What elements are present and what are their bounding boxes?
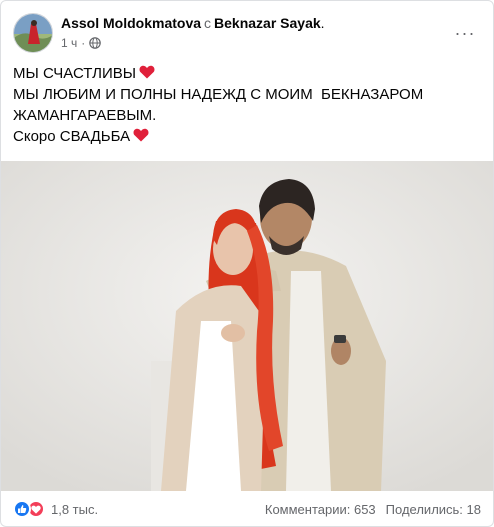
shares-count-link[interactable]: Поделились: 18 [386,502,481,517]
post-photo[interactable] [1,161,493,491]
post-meta: Assol Moldokmatova с Beknazar Sayak. 1 ч · [61,14,441,51]
reaction-count: 1,8 тыс. [51,501,99,517]
post-text-line: МЫ ЛЮБИМ И ПОЛНЫ НАДЕЖД С МОИМ БЕКНАЗАРО… [13,86,424,103]
post-header: Assol Moldokmatova с Beknazar Sayak. 1 ч ·… [13,11,481,55]
like-icon [13,500,31,518]
post-timestamp[interactable]: 1 ч [61,35,77,51]
post-card: Assol Moldokmatova с Beknazar Sayak. 1 ч ·… [0,0,494,527]
reactions-summary[interactable]: 1,8 тыс. [13,500,98,518]
globe-icon[interactable] [89,37,102,49]
author-name-link[interactable]: Assol Moldokmatova [61,15,201,31]
post-subline: 1 ч · [61,35,441,51]
avatar-image [14,14,52,52]
post-text-line: МЫ СЧАСТЛИВЫ [13,63,481,84]
couple-photo-image [1,161,493,491]
author-avatar[interactable] [13,13,53,53]
comments-count-link[interactable]: Комментарии: 653 [265,502,376,517]
tagged-name-link[interactable]: Beknazar Sayak [214,15,321,31]
post-text-line-1: МЫ СЧАСТЛИВЫ [13,65,137,82]
post-text-line-4: Скоро СВАДЬБА [13,128,131,145]
more-options-icon[interactable]: ··· [449,17,481,49]
separator-dot: · [81,36,86,50]
post-text: МЫ СЧАСТЛИВЫ МЫ ЛЮБИМ И ПОЛНЫ НАДЕЖД С М… [13,63,481,147]
name-suffix: . [320,15,325,31]
post-text-line: ЖАМАНГАРАЕВЫМ. [13,107,157,124]
post-footer: 1,8 тыс. Комментарии: 653 Поделились: 18 [13,497,481,521]
red-heart-icon [139,64,155,79]
red-heart-icon [133,127,149,142]
post-text-line: Скоро СВАДЬБА [13,126,481,147]
post-author-line: Assol Moldokmatova с Beknazar Sayak. [61,14,441,32]
with-word: с [204,15,212,31]
